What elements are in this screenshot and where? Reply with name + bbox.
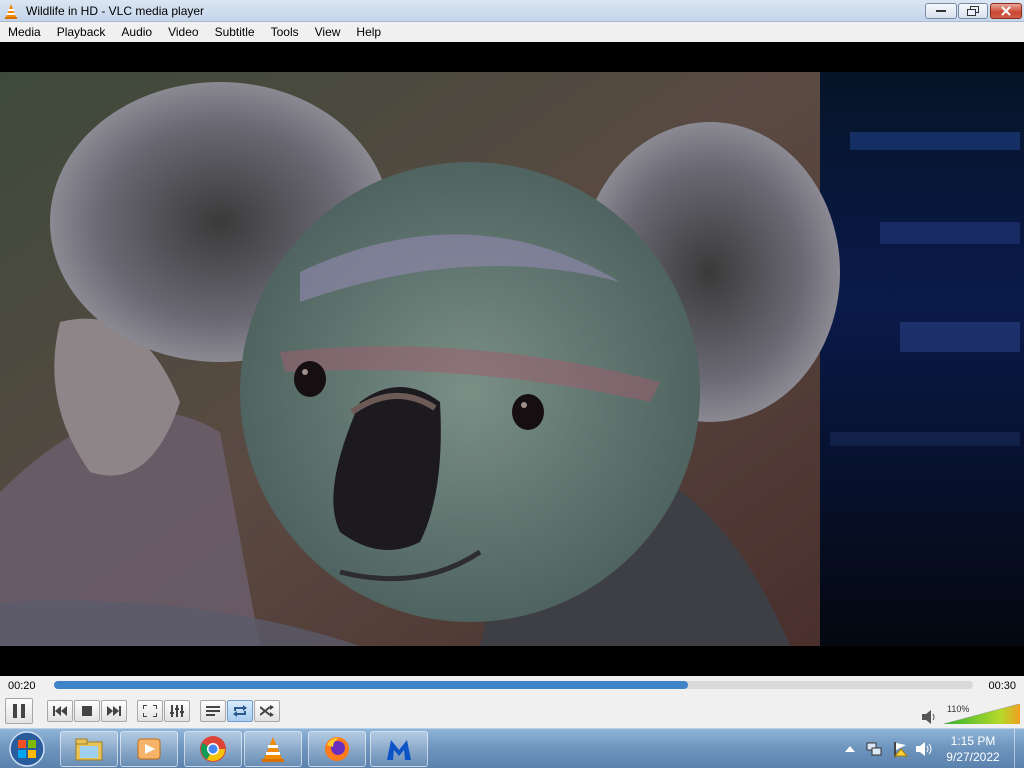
malwarebytes-icon xyxy=(387,740,411,760)
volume-slider[interactable] xyxy=(944,704,1020,724)
start-button[interactable] xyxy=(4,730,50,768)
control-buttons: 110% xyxy=(0,696,1024,728)
loop-icon xyxy=(233,705,247,717)
menu-help[interactable]: Help xyxy=(348,22,389,42)
menu-view[interactable]: View xyxy=(307,22,349,42)
title-bar[interactable]: Wildlife in HD - VLC media player xyxy=(0,0,1024,22)
menu-subtitle[interactable]: Subtitle xyxy=(207,22,263,42)
show-desktop-button[interactable] xyxy=(1014,729,1024,768)
windows-taskbar: 1:15 PM 9/27/2022 xyxy=(0,728,1024,768)
total-time[interactable]: 00:30 xyxy=(988,680,1016,692)
tray-clock[interactable]: 1:15 PM 9/27/2022 xyxy=(940,733,1006,765)
pause-button[interactable] xyxy=(5,698,33,724)
firefox-icon xyxy=(325,737,349,761)
pause-icon xyxy=(13,704,25,718)
minimize-button[interactable] xyxy=(925,3,957,19)
taskbar-media-player[interactable] xyxy=(120,731,178,767)
fullscreen-button[interactable] xyxy=(137,700,163,722)
vlc-window: Wildlife in HD - VLC media player Media … xyxy=(0,0,1024,728)
speaker-icon[interactable] xyxy=(922,710,938,724)
menu-video[interactable]: Video xyxy=(160,22,206,42)
close-icon xyxy=(1001,6,1011,16)
stop-icon xyxy=(82,706,92,716)
windows-explorer-icon xyxy=(75,738,103,761)
minimize-icon xyxy=(936,10,946,12)
playlist-button[interactable] xyxy=(200,700,226,722)
menu-audio[interactable]: Audio xyxy=(113,22,160,42)
previous-icon xyxy=(53,706,67,716)
media-player-icon xyxy=(137,738,161,760)
previous-button[interactable] xyxy=(47,700,73,722)
fullscreen-icon xyxy=(143,705,157,717)
clock-time: 1:15 PM xyxy=(950,734,996,748)
window-title: Wildlife in HD - VLC media player xyxy=(26,4,205,18)
shuffle-icon xyxy=(260,705,274,717)
taskbar-vlc[interactable] xyxy=(244,731,302,767)
vlc-cone-icon xyxy=(5,4,17,19)
seek-row: 00:20 00:30 xyxy=(0,676,1024,696)
restore-icon xyxy=(967,6,979,16)
shuffle-button[interactable] xyxy=(254,700,280,722)
taskbar-explorer[interactable] xyxy=(60,731,118,767)
seek-bar[interactable] xyxy=(54,681,973,689)
video-frame-koala xyxy=(0,72,1024,646)
elapsed-time: 00:20 xyxy=(8,680,36,692)
show-hidden-icons-button[interactable] xyxy=(845,744,855,752)
network-icon[interactable] xyxy=(866,741,882,757)
menu-tools[interactable]: Tools xyxy=(263,22,307,42)
next-icon xyxy=(107,706,121,716)
taskbar-chrome[interactable] xyxy=(184,731,242,767)
playlist-icon xyxy=(206,706,220,716)
chrome-icon xyxy=(200,736,226,762)
extended-settings-button[interactable] xyxy=(164,700,190,722)
next-button[interactable] xyxy=(101,700,127,722)
seek-bar-fill xyxy=(54,681,689,689)
taskbar-malwarebytes[interactable] xyxy=(370,731,428,767)
loop-button[interactable] xyxy=(227,700,253,722)
tray-volume-icon[interactable] xyxy=(915,741,933,757)
restore-button[interactable] xyxy=(958,3,988,19)
menu-bar: Media Playback Audio Video Subtitle Tool… xyxy=(0,22,1024,42)
menu-media[interactable]: Media xyxy=(0,22,49,42)
menu-playback[interactable]: Playback xyxy=(49,22,114,42)
clock-date: 9/27/2022 xyxy=(946,750,1000,764)
close-button[interactable] xyxy=(990,3,1022,19)
video-area[interactable] xyxy=(0,42,1024,676)
stop-button[interactable] xyxy=(74,700,100,722)
taskbar-firefox[interactable] xyxy=(308,731,366,767)
equalizer-icon xyxy=(170,705,184,717)
action-center-flag-icon[interactable] xyxy=(892,741,908,757)
vlc-icon xyxy=(262,737,284,762)
